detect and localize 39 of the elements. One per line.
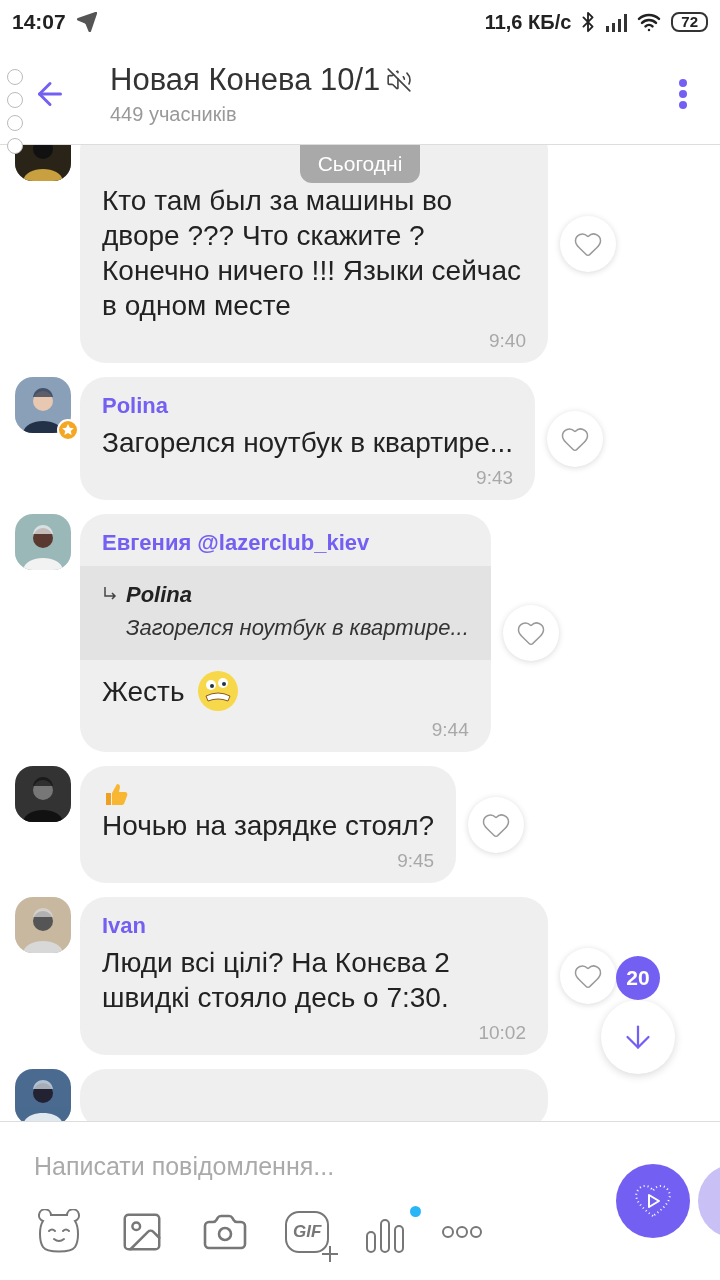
sender-name: Polina	[101, 392, 169, 420]
reply-arrow-icon	[102, 586, 118, 602]
message-input[interactable]: Написати повідомлення...	[20, 1142, 580, 1190]
message-time: 9:44	[431, 718, 469, 742]
message-time: 9:45	[397, 849, 435, 873]
more-icon[interactable]	[441, 1225, 484, 1239]
quoted-text: Загорелся ноутбук в квартире...	[126, 614, 469, 642]
message-time: 9:43	[476, 466, 514, 490]
gif-button[interactable]: GIF	[285, 1211, 330, 1253]
like-button[interactable]	[560, 216, 616, 272]
member-count: 449 учасників	[110, 102, 238, 127]
plus-icon	[321, 1244, 340, 1263]
emoji-icon	[196, 670, 239, 712]
battery-indicator: 72	[671, 12, 708, 32]
scroll-down-button[interactable]	[601, 1000, 675, 1074]
message-text: Жесть	[102, 674, 185, 709]
like-button[interactable]	[547, 410, 604, 467]
paper-plane-icon	[75, 11, 98, 33]
unread-count-badge: 20	[616, 956, 660, 1000]
message-text: Люди всі цілі? На Конєва 2 швидкі стояло десь о 7:30.	[102, 946, 451, 1015]
date-label: Сьогодні	[300, 145, 420, 183]
like-button[interactable]	[502, 605, 559, 661]
message-text: Загорелся ноутбук в квартире...	[102, 426, 514, 460]
like-button[interactable]	[560, 948, 616, 1004]
message-time: 10:02	[478, 1021, 526, 1045]
clock-time: 14:07	[12, 9, 66, 36]
message-time: 9:40	[489, 329, 526, 353]
sender-name: Евгения @lazerclub_kiev	[101, 529, 371, 557]
quoted-sender: Polina	[126, 581, 193, 609]
message-text: Кто там был за машины во дворе ??? Что скажите ? Конечно ничего !!! Языки сейчас в одном месте	[102, 184, 522, 323]
sticker-bear-icon[interactable]	[35, 1209, 83, 1255]
chat-title: Новая Конева 10/1	[110, 61, 381, 99]
network-speed: 11,6 КБ/с	[484, 10, 572, 35]
message-text: Ночью на зарядке стоял?	[102, 809, 435, 843]
heart-play-icon	[632, 1182, 674, 1220]
sender-name: Ivan	[101, 912, 148, 940]
accessibility-handle[interactable]	[7, 69, 23, 154]
like-button[interactable]	[468, 796, 525, 853]
kebab-menu-icon	[678, 78, 688, 110]
